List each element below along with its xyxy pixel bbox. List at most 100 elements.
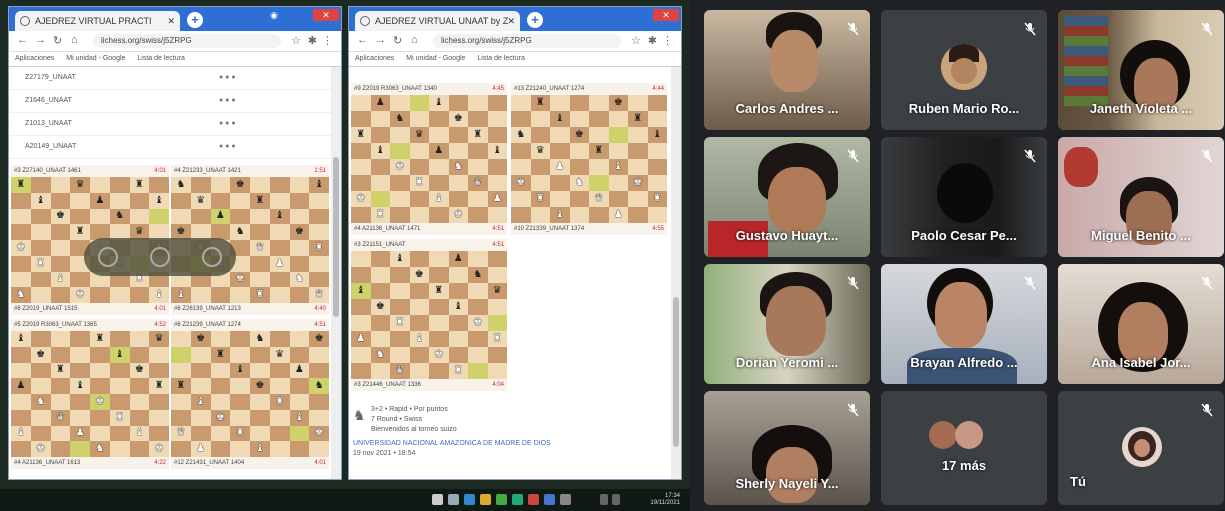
close-tab-icon[interactable]: ✕ [167,11,175,31]
chess-piece[interactable]: ♝ [11,426,31,442]
chess-piece[interactable]: ♜ [309,240,329,256]
board-square[interactable] [30,177,51,193]
chess-piece[interactable]: ♝ [149,193,169,209]
board-square[interactable] [149,409,169,426]
board-square[interactable] [370,267,390,283]
app-icon[interactable] [528,494,539,505]
board-square[interactable]: ♜ [487,331,507,347]
chess-board[interactable]: #3 Z21151_UNAAT 4:51 ♝ ♟ ♚ ♞ ♝ ♜ ♛ ♚ ♝ ♜ ♚ ♟ ♝ ♜ ♞ ♚ ♛ ♜ #… [351,239,507,391]
board-square[interactable]: ♜ [30,255,51,272]
board-square[interactable]: ♞ [370,347,390,363]
board-square[interactable] [50,192,71,209]
chess-piece[interactable]: ♝ [390,251,410,267]
chess-piece[interactable]: ♝ [550,111,570,127]
chess-piece[interactable]: ♜ [531,191,551,207]
chess-piece[interactable]: ♞ [390,111,410,127]
board-square[interactable] [569,143,589,159]
list-item[interactable]: Z1013_UNAAT ● ● ● [9,113,331,136]
board-square[interactable]: ♛ [149,331,169,347]
board-square[interactable]: ♜ [171,378,191,394]
back-icon[interactable]: ← [357,34,368,46]
board-square[interactable] [390,175,410,191]
board-square[interactable] [50,394,71,410]
board-square[interactable] [90,362,110,379]
participant-tile[interactable]: Ruben Mario Ro... [881,10,1047,130]
board-square[interactable]: ♜ [11,177,31,193]
participant-tile[interactable]: Ana Isabel Jor... [1058,264,1224,384]
board-square[interactable]: ♚ [289,224,310,240]
chess-piece[interactable]: ♜ [250,287,270,303]
board-square[interactable] [448,347,468,363]
board-square[interactable]: ♞ [511,127,531,143]
board-square[interactable] [589,127,609,143]
participant-tile[interactable]: Miguel Benito ... [1058,137,1224,257]
chess-piece[interactable]: ♝ [429,95,449,111]
board-square[interactable] [30,362,51,379]
board-square[interactable] [210,192,231,209]
board-square[interactable] [647,207,667,223]
board-square[interactable]: ♚ [309,425,329,442]
chess-piece[interactable]: ♞ [31,394,51,410]
board-square[interactable] [390,331,410,347]
chess-piece[interactable]: ♜ [410,175,430,191]
chess-piece[interactable]: ♞ [90,441,110,457]
chess-piece[interactable]: ♚ [51,209,71,225]
board-square[interactable] [269,362,290,379]
star-icon[interactable]: ☆ [631,34,641,47]
board-square[interactable] [550,175,570,191]
board-square[interactable]: ♝ [429,95,449,111]
chess-piece[interactable]: ♚ [609,95,629,111]
board-square[interactable] [50,331,71,347]
board-square[interactable]: ♞ [30,394,51,410]
board-square[interactable] [409,191,429,207]
board-square[interactable] [289,394,310,410]
browser-tab[interactable]: AJEDREZ VIRTUAL UNAAT by Z ✕ [355,11,520,31]
board-square[interactable] [530,207,550,223]
board-square[interactable] [129,378,150,394]
board-square[interactable] [70,346,90,363]
chess-piece[interactable]: ♜ [371,207,391,223]
board-square[interactable] [90,378,110,394]
board-square[interactable]: ♚ [409,267,429,283]
board-square[interactable] [190,346,211,363]
board-square[interactable] [468,283,488,299]
board-square[interactable]: ♟ [448,251,468,267]
chess-piece[interactable]: ♝ [270,209,290,225]
board-square[interactable] [309,409,329,426]
board-square[interactable]: ♝ [351,283,371,299]
board-square[interactable] [429,175,449,191]
board-square[interactable] [11,224,31,240]
board-square[interactable]: ♝ [309,177,329,193]
chess-piece[interactable]: ♜ [250,193,270,209]
board-square[interactable]: ♝ [429,191,449,207]
meet-icon[interactable] [512,494,523,505]
board-square[interactable]: ♚ [468,315,488,331]
board-square[interactable] [589,159,609,175]
board-square[interactable] [550,191,570,207]
chess-piece[interactable]: ♞ [11,287,31,303]
board-square[interactable]: ♞ [289,271,310,288]
board-square[interactable] [90,425,110,442]
board-square[interactable]: ♛ [589,191,609,207]
chess-board[interactable]: #9 Z2019 R3063_UNAAT 1340 4:45 ♟ ♝ ♞ ♚ ♜ ♛ ♜ ♝ ♟ ♝… [351,83,507,235]
chess-piece[interactable]: ♚ [230,177,250,193]
board-square[interactable] [90,177,110,193]
board-square[interactable] [468,207,488,223]
chess-piece[interactable]: ♜ [70,224,90,240]
board-square[interactable] [390,347,410,363]
list-item[interactable]: Z1646_UNAAT ● ● ● [9,90,331,113]
chess-piece[interactable]: ♚ [570,127,590,143]
list-item[interactable]: Z27179_UNAAT ● ● ● [9,67,331,90]
chess-piece[interactable]: ♝ [110,347,130,363]
board-square[interactable] [289,240,310,256]
extensions-icon[interactable]: ✱ [648,34,657,47]
chess-piece[interactable]: ♚ [468,315,488,331]
board-square[interactable] [50,240,71,256]
chess-piece[interactable]: ♜ [230,426,250,442]
board-square[interactable] [370,331,390,347]
board-square[interactable] [628,127,648,143]
board-square[interactable]: ♞ [250,331,270,347]
board-square[interactable] [129,409,150,426]
board-square[interactable]: ♚ [429,347,449,363]
board-square[interactable] [409,299,429,315]
